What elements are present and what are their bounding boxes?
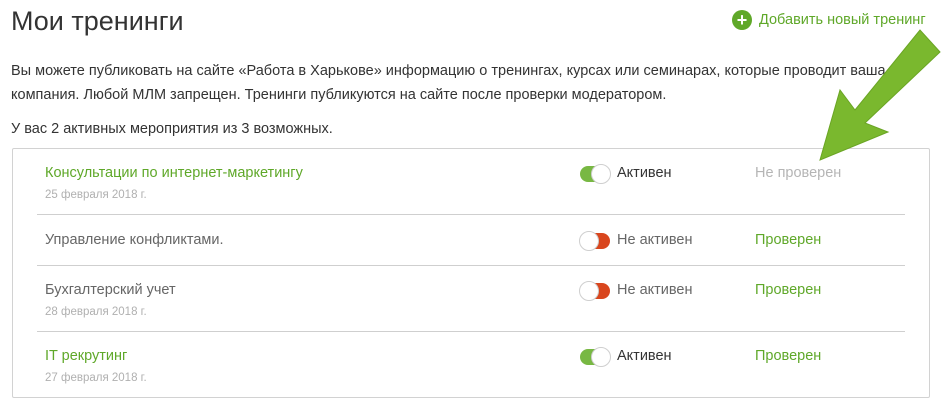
training-date: 27 февраля 2018 г. [45,372,147,384]
active-status: Активен [617,348,672,364]
active-toggle[interactable] [579,281,610,301]
training-title[interactable]: IT рекрутинг [45,346,127,366]
active-count-text: У вас 2 активных мероприятия из 3 возмож… [11,121,333,137]
training-row: Бухгалтерский учет 28 февраля 2018 г. Не… [37,266,905,332]
toggle-knob [591,347,611,367]
training-date: 28 февраля 2018 г. [45,306,147,318]
moderation-status: Проверен [755,232,822,248]
plus-circle-icon: + [732,10,752,30]
training-row: IT рекрутинг 27 февраля 2018 г. Активен … [37,332,905,397]
moderation-status: Проверен [755,282,822,298]
active-toggle[interactable] [580,347,611,367]
active-status: Активен [617,165,672,181]
active-status: Не активен [617,282,693,298]
training-title[interactable]: Консультации по интернет-маркетингу [45,163,303,183]
training-row: Консультации по интернет-маркетингу 25 ф… [37,149,905,215]
training-row: Управление конфликтами. Не активен Прове… [37,214,905,266]
toggle-knob [591,164,611,184]
toggle-knob [579,231,599,251]
training-title[interactable]: Управление конфликтами. [45,230,224,250]
active-toggle[interactable] [580,164,611,184]
moderation-status: Проверен [755,348,822,364]
trainings-list: Консультации по интернет-маркетингу 25 ф… [12,148,930,398]
active-toggle[interactable] [579,231,610,251]
toggle-knob [579,281,599,301]
moderation-status: Не проверен [755,165,842,181]
intro-text: Вы можете публиковать на сайте «Работа в… [11,63,886,103]
training-title[interactable]: Бухгалтерский учет [45,280,176,300]
active-status: Не активен [617,232,693,248]
page-title: Мои тренинги [11,6,184,36]
training-date: 25 февраля 2018 г. [45,189,147,201]
add-training-button[interactable]: + Добавить новый тренинг [732,10,926,30]
add-training-label: Добавить новый тренинг [759,12,926,28]
